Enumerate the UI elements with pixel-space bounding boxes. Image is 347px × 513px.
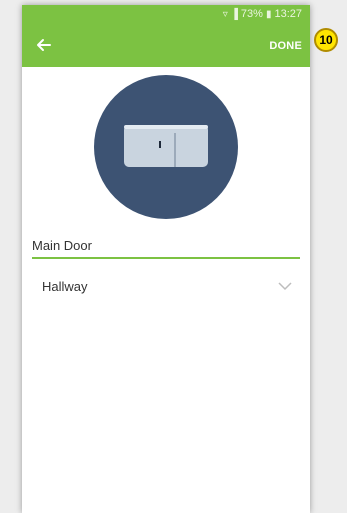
device-avatar [94, 75, 238, 219]
app-bar: ▿ ▐ 73% ▮ 13:27 DONE [22, 5, 310, 67]
door-sensor-icon [124, 125, 208, 167]
device-name-field-container [32, 237, 300, 259]
phone-screen: ▿ ▐ 73% ▮ 13:27 DONE Hallway [22, 5, 310, 513]
battery-percent: 73% [240, 8, 263, 20]
room-dropdown[interactable]: Hallway [32, 271, 300, 301]
arrow-back-icon [37, 39, 51, 51]
chevron-down-icon [278, 282, 292, 291]
done-button[interactable]: DONE [269, 40, 302, 52]
step-number-badge: 10 [314, 28, 338, 52]
device-name-input[interactable] [32, 238, 300, 253]
battery-icon: ▮ [265, 8, 272, 20]
wifi-icon: ▿ [222, 8, 228, 20]
back-button[interactable] [34, 35, 54, 55]
room-selected-value: Hallway [42, 278, 88, 294]
status-bar: ▿ ▐ 73% ▮ 13:27 [223, 8, 302, 20]
clock: 13:27 [274, 8, 302, 20]
signal-icon: ▐ [230, 8, 238, 20]
